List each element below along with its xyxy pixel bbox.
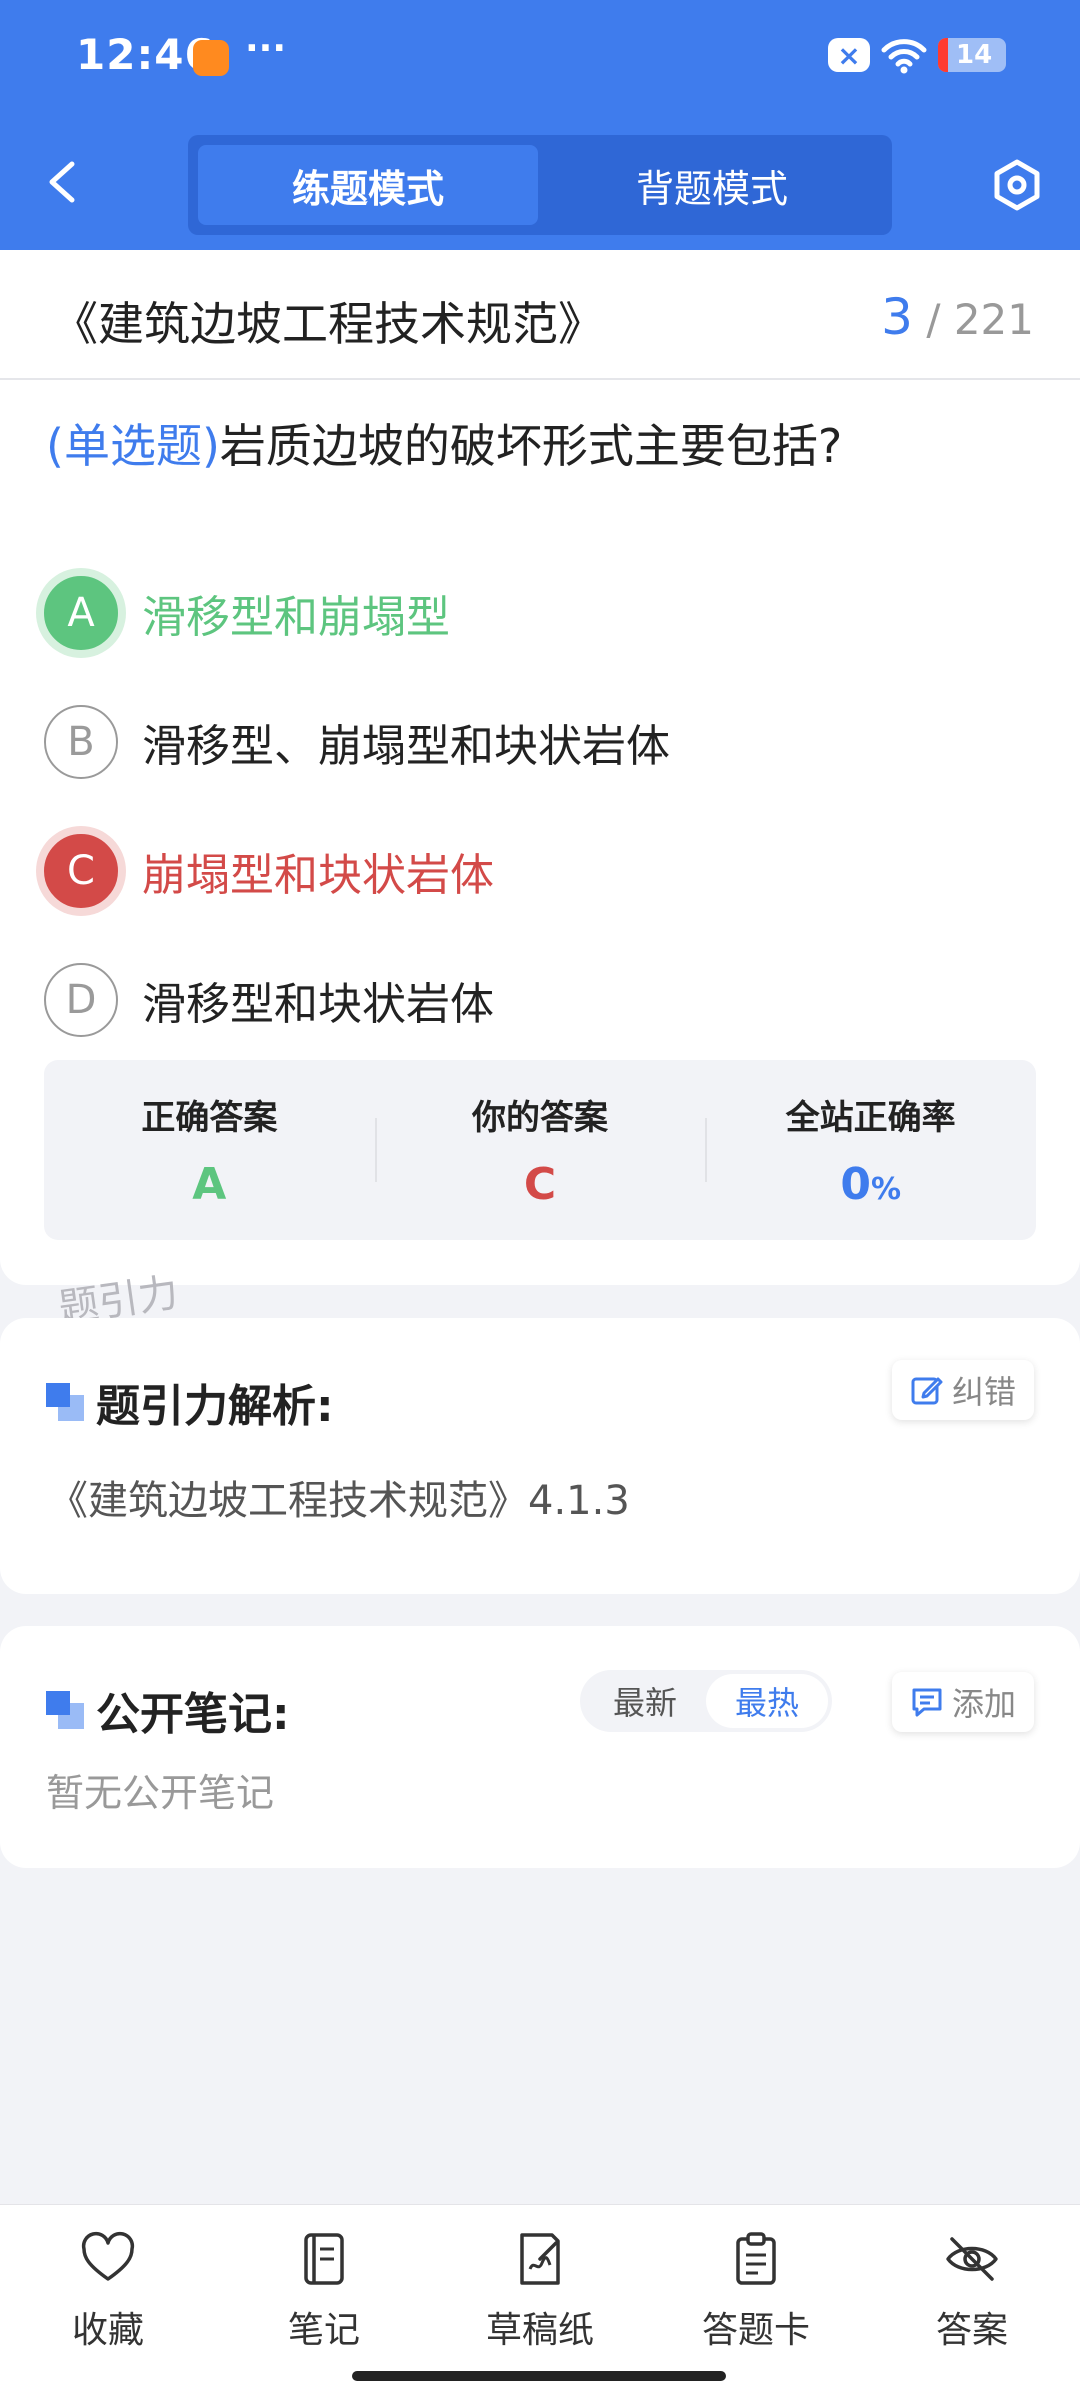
option-a-letter: A xyxy=(44,576,118,650)
correct-answer-value: A xyxy=(192,1159,227,1210)
sort-hottest[interactable]: 最热 xyxy=(706,1674,828,1728)
notes-sort-switch: 最新 最热 xyxy=(580,1670,832,1732)
option-d[interactable]: D 滑移型和块状岩体 xyxy=(44,962,494,1038)
eye-off-icon xyxy=(946,2237,998,2281)
report-error-button[interactable]: 纠错 xyxy=(891,1360,1034,1420)
question-progress: 3 / 221 xyxy=(881,288,1034,346)
accuracy-unit: % xyxy=(870,1172,902,1207)
option-c-letter: C xyxy=(44,834,118,908)
nfc-icon: × xyxy=(828,38,870,72)
section-marker-icon xyxy=(46,1383,84,1421)
edit-icon xyxy=(911,1377,943,1405)
tab-practice-mode[interactable]: 练题模式 xyxy=(198,145,538,225)
tab-draft[interactable]: 草稿纸 xyxy=(432,2229,648,2353)
add-note-button[interactable]: 添加 xyxy=(891,1672,1034,1732)
top-bar: 12:46 ··· × 14 练题模式 背题模式 xyxy=(0,0,1080,250)
clipboard-icon xyxy=(736,2232,776,2285)
question-card: 《建筑边坡工程技术规范》 3 / 221 (单选题)岩质边坡的破坏形式主要包括?… xyxy=(0,250,1080,1285)
correct-answer-col: 正确答案 A xyxy=(44,1060,375,1240)
analysis-card: 题引力解析: 纠错 《建筑边坡工程技术规范》4.1.3 xyxy=(0,1318,1080,1594)
notebook-icon xyxy=(304,2233,344,2285)
accuracy-col: 全站正确率 0% xyxy=(705,1060,1036,1240)
accuracy-number: 0 xyxy=(840,1159,871,1210)
home-indicator[interactable] xyxy=(352,2371,726,2381)
analysis-text: 《建筑边坡工程技术规范》4.1.3 xyxy=(48,1478,630,1524)
correct-answer-label: 正确答案 xyxy=(141,1098,278,1138)
notes-card: 公开笔记: 最新 最热 添加 暂无公开笔记 xyxy=(0,1626,1080,1868)
wifi-icon xyxy=(881,39,927,74)
your-answer-col: 你的答案 C xyxy=(374,1060,706,1240)
bottom-toolbar: 收藏 笔记 草稿纸 答题卡 答案 xyxy=(0,2204,1080,2400)
tab-answer-sheet[interactable]: 答题卡 xyxy=(648,2229,864,2353)
notes-empty-text: 暂无公开笔记 xyxy=(46,1771,275,1815)
section-marker-icon xyxy=(46,1691,84,1729)
tab-draft-label: 草稿纸 xyxy=(485,2310,594,2351)
notes-header: 公开笔记: xyxy=(46,1678,290,1742)
add-note-label: 添加 xyxy=(951,1685,1016,1723)
option-a[interactable]: A 滑移型和崩塌型 xyxy=(44,575,450,651)
tab-favorite[interactable]: 收藏 xyxy=(0,2229,216,2353)
accuracy-label: 全站正确率 xyxy=(785,1098,956,1138)
more-notifications-icon: ··· xyxy=(245,28,287,69)
draft-icon xyxy=(520,2233,560,2285)
mode-switch: 练题模式 背题模式 xyxy=(188,135,892,235)
accuracy-value: 0% xyxy=(840,1159,901,1210)
option-c-text: 崩塌型和块状岩体 xyxy=(142,850,494,901)
question-text-line: (单选题)岩质边坡的破坏形式主要包括? xyxy=(46,410,842,476)
battery-icon: 14 xyxy=(938,38,1006,72)
your-answer-label: 你的答案 xyxy=(472,1098,608,1138)
heart-icon xyxy=(81,2231,135,2281)
battery-level: 14 xyxy=(956,40,993,70)
option-b-text: 滑移型、崩塌型和块状岩体 xyxy=(142,721,670,772)
option-b[interactable]: B 滑移型、崩塌型和块状岩体 xyxy=(44,704,670,780)
app-notification-icon xyxy=(193,40,229,76)
comment-icon xyxy=(912,1688,942,1717)
analysis-header: 题引力解析: xyxy=(46,1370,334,1434)
your-answer-value: C xyxy=(523,1159,557,1210)
report-error-label: 纠错 xyxy=(951,1373,1016,1411)
book-title: 《建筑边坡工程技术规范》 xyxy=(52,297,604,351)
question-type: (单选题) xyxy=(46,419,220,473)
status-bar: 12:46 ··· × 14 xyxy=(0,0,1080,120)
analysis-title: 题引力解析: xyxy=(96,1381,334,1432)
tab-recite-mode[interactable]: 背题模式 xyxy=(542,145,882,225)
notes-title: 公开笔记: xyxy=(96,1689,290,1740)
tab-notes-label: 笔记 xyxy=(287,2310,360,2351)
option-d-text: 滑移型和块状岩体 xyxy=(142,979,494,1030)
option-c[interactable]: C 崩塌型和块状岩体 xyxy=(44,833,494,909)
back-icon[interactable] xyxy=(44,160,80,204)
tab-answer-label: 答案 xyxy=(935,2310,1008,2351)
tab-notes[interactable]: 笔记 xyxy=(216,2229,432,2353)
answer-summary: 正确答案 A 你的答案 C 全站正确率 0% xyxy=(44,1060,1036,1240)
current-question-number: 3 xyxy=(881,288,913,346)
option-d-letter: D xyxy=(44,963,118,1037)
tab-favorite-label: 收藏 xyxy=(71,2310,144,2351)
tab-answer-sheet-label: 答题卡 xyxy=(701,2310,810,2351)
settings-icon[interactable] xyxy=(990,158,1044,212)
question-text: 岩质边坡的破坏形式主要包括? xyxy=(219,419,843,473)
option-a-text: 滑移型和崩塌型 xyxy=(142,592,450,643)
option-b-letter: B xyxy=(44,705,118,779)
question-title-bar: 《建筑边坡工程技术规范》 3 / 221 xyxy=(0,250,1080,380)
tab-answer[interactable]: 答案 xyxy=(864,2229,1080,2353)
sort-latest[interactable]: 最新 xyxy=(584,1674,706,1728)
total-questions: / 221 xyxy=(926,295,1034,344)
